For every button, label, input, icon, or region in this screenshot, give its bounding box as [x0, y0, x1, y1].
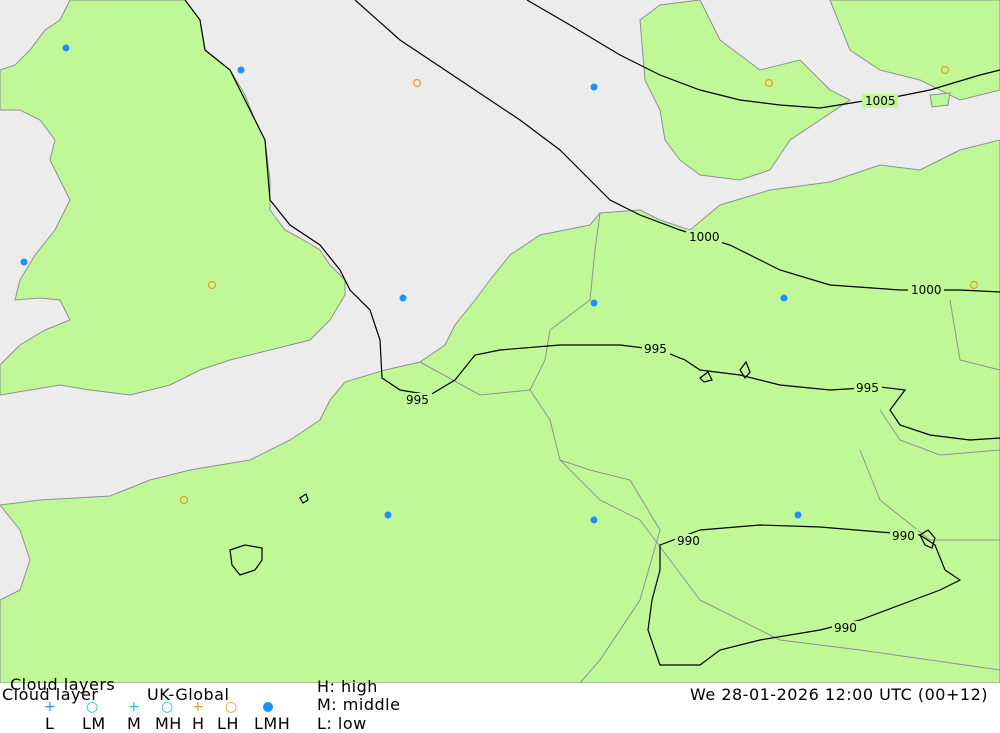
isobar-label-995-c: 995 [406, 393, 429, 407]
isobar-label-990-b: 990 [892, 529, 915, 543]
isobar-label-990-c: 990 [834, 621, 857, 635]
isobar-label-1000-a: 1000 [689, 230, 720, 244]
legend-label-lmh: LMH [254, 714, 291, 733]
legend-label-lm: LM [82, 714, 106, 733]
key-low: L: low [317, 714, 367, 733]
legend-label-l: L [45, 714, 55, 733]
isobar-label-995-a: 995 [644, 342, 667, 356]
legend-label-h: H [192, 714, 205, 733]
lmh-marker [590, 299, 598, 307]
lmh-marker [780, 294, 788, 302]
isobar-label-1000-b: 1000 [911, 283, 942, 297]
lmh-marker [237, 66, 245, 74]
filled-dot-icon [263, 702, 273, 712]
land-island-small [929, 92, 951, 108]
key-high: H: high [317, 677, 378, 696]
ring-icon: ○ [86, 699, 99, 715]
model-name: UK-Global [147, 685, 230, 704]
legend-label-lh: LH [217, 714, 239, 733]
isobar-label-995-b: 995 [856, 381, 879, 395]
ring-icon: ○ [225, 699, 238, 715]
plus-icon: + [44, 699, 56, 715]
plus-icon: + [192, 699, 204, 715]
lmh-marker [794, 511, 802, 519]
forecast-datetime: We 28-01-2026 12:00 UTC (00+12) [690, 685, 988, 704]
lmh-marker [590, 83, 598, 91]
plus-icon: + [128, 699, 140, 715]
key-middle: M: middle [317, 695, 401, 714]
lmh-marker [20, 258, 28, 266]
isobar-label-990-a: 990 [677, 534, 700, 548]
lmh-marker [62, 44, 70, 52]
ring-icon: ○ [161, 699, 174, 715]
lmh-marker [399, 294, 407, 302]
legend-label-mh: MH [155, 714, 182, 733]
legend-label-m: M [127, 714, 142, 733]
weather-map[interactable]: 1005 1000 1000 995 995 995 990 990 990 [0, 0, 1000, 684]
lmh-marker [590, 516, 598, 524]
map-canvas: 1005 1000 1000 995 995 995 990 990 990 [0, 0, 1000, 684]
lmh-marker [384, 511, 392, 519]
legend-footer: Cloud layers Cloud layer UK-Global + ○ +… [0, 677, 1000, 733]
isobar-label-1005: 1005 [865, 94, 896, 108]
